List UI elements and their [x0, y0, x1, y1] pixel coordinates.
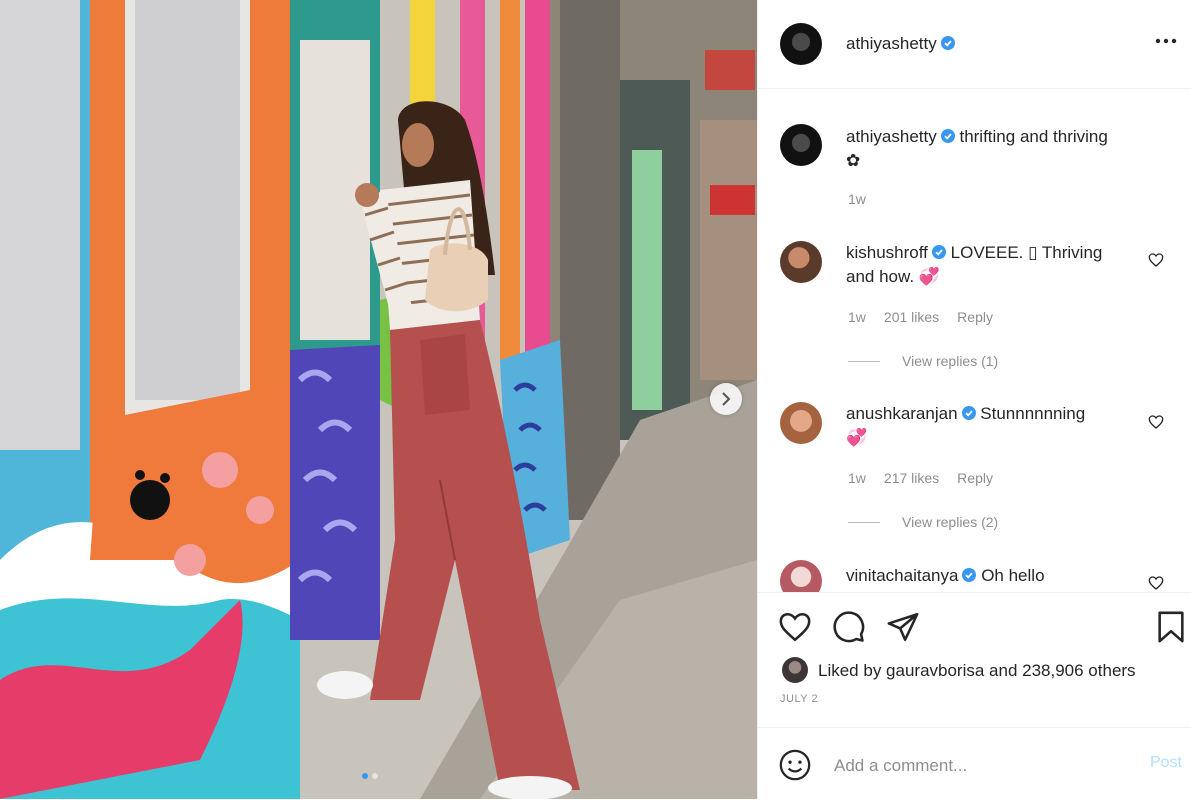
like-comment-heart-icon[interactable]: [1148, 414, 1164, 430]
author-avatar[interactable]: [780, 23, 822, 65]
bookmark-icon[interactable]: [1154, 610, 1188, 644]
replies-divider: [848, 360, 880, 362]
liked-by-suffix[interactable]: and 238,906 others: [984, 661, 1136, 680]
next-image-button[interactable]: [710, 383, 742, 415]
comment-avatar[interactable]: [780, 560, 822, 592]
comment-text-continued: 💞: [846, 428, 868, 447]
post-side-panel: athiyashetty athiyashetty thrifting and …: [757, 0, 1191, 799]
post-actions: Liked by gauravborisa and 238,906 others…: [758, 592, 1191, 728]
author-info: athiyashetty: [846, 34, 955, 54]
author-username[interactable]: athiyashetty: [846, 34, 937, 53]
verified-badge-icon: [962, 568, 977, 582]
comment-text: LOVEEE. ▯ Thriving: [950, 243, 1103, 262]
post-comment-button[interactable]: Post: [1150, 754, 1182, 772]
comment-avatar[interactable]: [780, 241, 822, 283]
view-replies-label: View replies (2): [902, 514, 999, 530]
caption-time[interactable]: 1w: [848, 191, 866, 207]
chevron-right-icon: [722, 392, 731, 406]
replies-divider: [848, 521, 880, 523]
carousel-indicator: [362, 773, 378, 779]
photo-illustration: [0, 0, 757, 799]
emoji-smiley-icon[interactable]: [778, 748, 812, 782]
liked-by-avatar[interactable]: [782, 657, 808, 683]
carousel-dot-active: [362, 773, 368, 779]
likes-summary[interactable]: Liked by gauravborisa and 238,906 others: [818, 661, 1136, 681]
add-comment-bar: Post: [758, 727, 1191, 800]
comment-username[interactable]: kishushroff: [846, 243, 928, 262]
verified-badge-icon: [961, 406, 976, 420]
comment-reply-button[interactable]: Reply: [957, 309, 993, 325]
comment-time[interactable]: 1w: [848, 309, 866, 325]
comment-reply-button[interactable]: Reply: [957, 470, 993, 486]
carousel-dot: [372, 773, 378, 779]
post-date[interactable]: JULY 2: [780, 693, 818, 705]
comment-text-continued: and how. 💞: [846, 267, 940, 286]
comment-likes[interactable]: 201 likes: [884, 309, 939, 325]
more-horizontal-icon[interactable]: [1154, 36, 1178, 46]
comment-username[interactable]: vinitachaitanya: [846, 566, 958, 585]
liked-by-prefix: Liked by: [818, 661, 887, 680]
like-heart-icon[interactable]: [778, 610, 812, 644]
verified-badge-icon: [940, 36, 955, 50]
comment-bubble-icon[interactable]: [832, 610, 866, 644]
comments-list[interactable]: athiyashetty thrifting and thriving ✿ 1w…: [758, 89, 1191, 592]
comment-time[interactable]: 1w: [848, 470, 866, 486]
comment-text: Stunnnnnning: [980, 404, 1086, 423]
like-comment-heart-icon[interactable]: [1148, 252, 1164, 268]
comment-avatar[interactable]: [780, 402, 822, 444]
comment-meta: 1w 201 likes Reply: [848, 309, 1011, 325]
caption-username[interactable]: athiyashetty: [846, 127, 937, 146]
comment-text: Oh hello: [981, 566, 1045, 585]
comment-input[interactable]: [832, 750, 1126, 782]
caption-emoji: ✿: [846, 151, 861, 170]
comment-likes[interactable]: 217 likes: [884, 470, 939, 486]
verified-badge-icon: [940, 129, 955, 143]
caption-avatar[interactable]: [780, 124, 822, 166]
verified-badge-icon: [931, 245, 946, 259]
share-paper-plane-icon[interactable]: [886, 610, 920, 644]
like-comment-heart-icon[interactable]: [1148, 575, 1164, 591]
view-replies-button[interactable]: View replies (2): [848, 514, 998, 530]
caption-text: thrifting and thriving: [959, 127, 1108, 146]
view-replies-button[interactable]: View replies (1): [848, 353, 998, 369]
comment-text-block: anushkaranjan Stunnnnnning 💞: [846, 402, 1146, 450]
comment-meta: 1w 217 likes Reply: [848, 470, 1011, 486]
post-header: athiyashetty: [758, 0, 1191, 89]
comment-text-block: kishushroff LOVEEE. ▯ Thriving and how. …: [846, 241, 1146, 289]
caption-text-block: athiyashetty thrifting and thriving ✿: [846, 125, 1166, 173]
view-replies-label: View replies (1): [902, 353, 999, 369]
post-photo[interactable]: [0, 0, 757, 799]
comment-username[interactable]: anushkaranjan: [846, 404, 958, 423]
comment-text-block: vinitachaitanya Oh hello: [846, 564, 1146, 588]
liked-by-user[interactable]: gauravborisa: [886, 661, 984, 680]
